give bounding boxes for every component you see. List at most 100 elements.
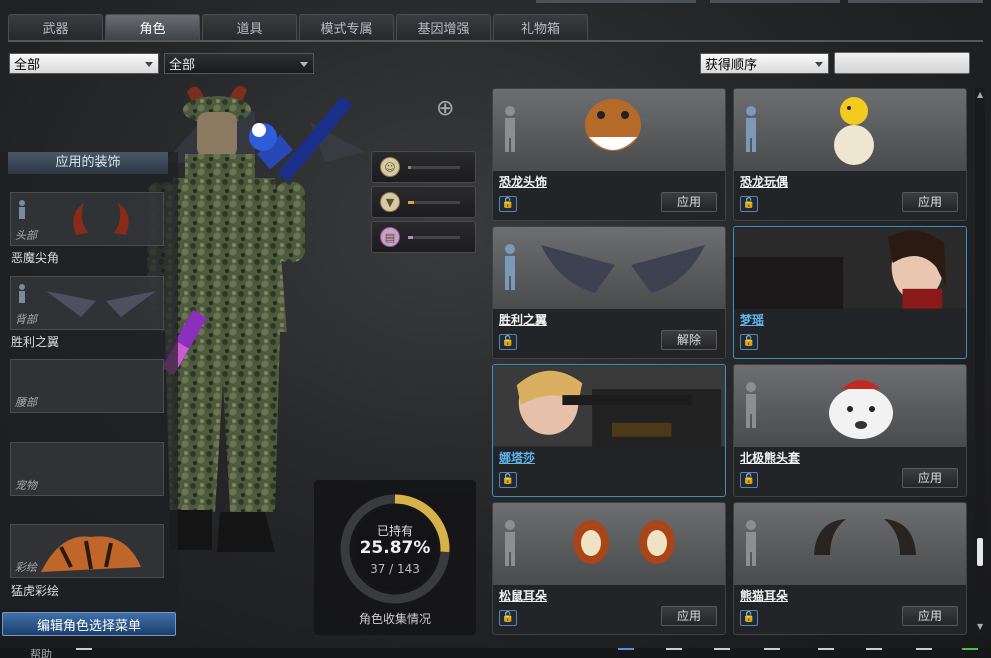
panda-ears-icon bbox=[814, 519, 916, 555]
item-card[interactable]: 恐龙头饰 🔓 应用 bbox=[492, 88, 726, 221]
item-card-preview bbox=[734, 365, 966, 447]
item-name[interactable]: 胜利之翼 bbox=[499, 311, 547, 328]
chevron-down-icon bbox=[145, 62, 153, 67]
person-icon bbox=[746, 520, 756, 566]
item-grid-scrollbar[interactable]: ▲ ▼ bbox=[975, 88, 985, 634]
item-card[interactable]: 熊猫耳朵 🔓 应用 bbox=[733, 502, 967, 635]
collection-count: 37 / 143 bbox=[370, 562, 420, 576]
search-icon[interactable] bbox=[76, 648, 92, 658]
item-name[interactable]: 娜塔莎 bbox=[499, 449, 535, 466]
lock-icon[interactable]: 🔓 bbox=[499, 334, 517, 350]
cart-icon[interactable] bbox=[764, 648, 780, 658]
person-icon bbox=[746, 106, 756, 152]
apply-button[interactable]: 应用 bbox=[661, 606, 717, 626]
slot-label: 彩绘 bbox=[15, 561, 37, 574]
home-icon[interactable] bbox=[866, 648, 882, 658]
slot-back[interactable]: 背部 bbox=[10, 276, 164, 330]
person-icon: ☺ bbox=[380, 157, 400, 177]
tab-gift-box[interactable]: 礼物箱 bbox=[493, 14, 588, 40]
item-card[interactable]: 恐龙玩偶 🔓 应用 bbox=[733, 88, 967, 221]
lock-icon[interactable]: 🔓 bbox=[499, 610, 517, 626]
tab-items[interactable]: 道具 bbox=[202, 14, 297, 40]
calendar-icon[interactable] bbox=[916, 648, 932, 658]
slot-item-name: 胜利之翼 bbox=[11, 335, 60, 349]
apply-button[interactable]: 应用 bbox=[902, 606, 958, 626]
check-icon[interactable] bbox=[818, 648, 834, 658]
slot-item-name: 恶魔尖角 bbox=[11, 251, 60, 265]
item-card-preview bbox=[493, 89, 725, 171]
slot-label: 宠物 bbox=[15, 479, 37, 492]
filter-dropdown-2[interactable]: 全部 bbox=[164, 53, 314, 74]
item-card[interactable]: 松鼠耳朵 🔓 应用 bbox=[492, 502, 726, 635]
shirt-icon: ▼ bbox=[380, 192, 400, 212]
devil-horns-icon bbox=[73, 203, 129, 235]
filter-dropdown-1[interactable]: 全部 bbox=[9, 53, 159, 74]
collection-status-panel: 已持有 25.87% 37 / 143 角色收集情况 bbox=[314, 480, 476, 635]
compass-icon[interactable] bbox=[666, 648, 682, 658]
inventory-screen: 武器 角色 道具 模式专属 基因增强 礼物箱 全部 全部 获得顺序 ⊕ ☺ ▼ … bbox=[0, 0, 991, 658]
collection-ring: 已持有 25.87% 37 / 143 bbox=[336, 490, 454, 608]
remove-button[interactable]: 解除 bbox=[661, 330, 717, 350]
scroll-up-icon[interactable]: ▲ bbox=[977, 90, 983, 99]
character-portrait bbox=[493, 365, 725, 447]
sort-dropdown-value: 获得顺序 bbox=[705, 58, 758, 73]
character-portrait bbox=[734, 227, 966, 309]
lock-icon[interactable]: 🔓 bbox=[499, 472, 517, 488]
item-name[interactable]: 北极熊头套 bbox=[740, 449, 800, 466]
slot-label: 背部 bbox=[15, 313, 37, 326]
squirrel-ears-icon bbox=[573, 520, 675, 564]
lock-icon[interactable]: 🔓 bbox=[740, 196, 758, 212]
item-name[interactable]: 松鼠耳朵 bbox=[499, 587, 547, 604]
help-label[interactable]: 帮助 bbox=[30, 646, 52, 658]
lock-icon[interactable]: 🔓 bbox=[740, 610, 758, 626]
grid-icon[interactable] bbox=[962, 648, 978, 658]
item-card[interactable]: 梦瑶 🔓 bbox=[733, 226, 967, 359]
item-card[interactable]: 胜利之翼 🔓 解除 bbox=[492, 226, 726, 359]
stat-bar bbox=[408, 235, 460, 239]
item-card-preview bbox=[493, 503, 725, 585]
tab-weapons[interactable]: 武器 bbox=[8, 14, 103, 40]
lock-icon[interactable]: 🔓 bbox=[740, 334, 758, 350]
item-name[interactable]: 恐龙头饰 bbox=[499, 173, 547, 190]
apply-button[interactable]: 应用 bbox=[902, 192, 958, 212]
slot-head[interactable]: 头部 bbox=[10, 192, 164, 246]
slot-pet[interactable]: 宠物 bbox=[10, 442, 164, 496]
chevron-down-icon bbox=[300, 62, 308, 67]
lock-icon[interactable]: 🔓 bbox=[740, 472, 758, 488]
item-card-preview bbox=[493, 227, 725, 309]
item-card[interactable]: 娜塔莎 🔓 bbox=[492, 364, 726, 497]
stat-bar bbox=[408, 165, 460, 169]
chevron-down-icon bbox=[815, 62, 823, 67]
rotate-view-icon[interactable]: ⊕ bbox=[436, 96, 454, 121]
item-card-preview bbox=[734, 227, 966, 309]
search-input[interactable] bbox=[834, 52, 970, 74]
clipboard-icon: ▤ bbox=[380, 227, 400, 247]
stat-row-outfit: ▼ bbox=[371, 186, 476, 218]
apply-button[interactable]: 应用 bbox=[902, 468, 958, 488]
item-name[interactable]: 恐龙玩偶 bbox=[740, 173, 788, 190]
slot-paint[interactable]: 彩绘 bbox=[10, 524, 164, 578]
tab-gene-enhance[interactable]: 基因增强 bbox=[396, 14, 491, 40]
slot-item-name: 猛虎彩绘 bbox=[11, 584, 60, 598]
tab-mode-exclusive[interactable]: 模式专属 bbox=[299, 14, 394, 40]
top-bar-segment bbox=[848, 0, 983, 3]
clock-icon[interactable] bbox=[714, 648, 730, 658]
scroll-down-icon[interactable]: ▼ bbox=[977, 622, 983, 631]
item-name[interactable]: 梦瑶 bbox=[740, 311, 764, 328]
category-tabs: 武器 角色 道具 模式专属 基因增强 礼物箱 bbox=[8, 14, 588, 40]
slot-waist[interactable]: 腰部 bbox=[10, 359, 164, 413]
item-name[interactable]: 熊猫耳朵 bbox=[740, 587, 788, 604]
lock-icon[interactable]: 🔓 bbox=[499, 196, 517, 212]
edit-character-menu-button[interactable]: 编辑角色选择菜单 bbox=[2, 612, 176, 636]
item-card-preview bbox=[734, 503, 966, 585]
tab-characters[interactable]: 角色 bbox=[105, 14, 200, 40]
top-bar-segment bbox=[536, 0, 696, 3]
person-icon bbox=[505, 106, 515, 152]
scrollbar-thumb[interactable] bbox=[977, 538, 983, 566]
person-icon bbox=[505, 244, 515, 290]
item-grid: 恐龙头饰 🔓 应用 恐龙玩偶 🔓 应用 胜利之翼 🔓 解除 梦瑶 🔓 娜塔莎 🔓… bbox=[492, 88, 968, 636]
sort-dropdown[interactable]: 获得顺序 bbox=[700, 53, 829, 74]
apply-button[interactable]: 应用 bbox=[661, 192, 717, 212]
item-card[interactable]: 北极熊头套 🔓 应用 bbox=[733, 364, 967, 497]
exchange-icon[interactable] bbox=[618, 648, 634, 658]
